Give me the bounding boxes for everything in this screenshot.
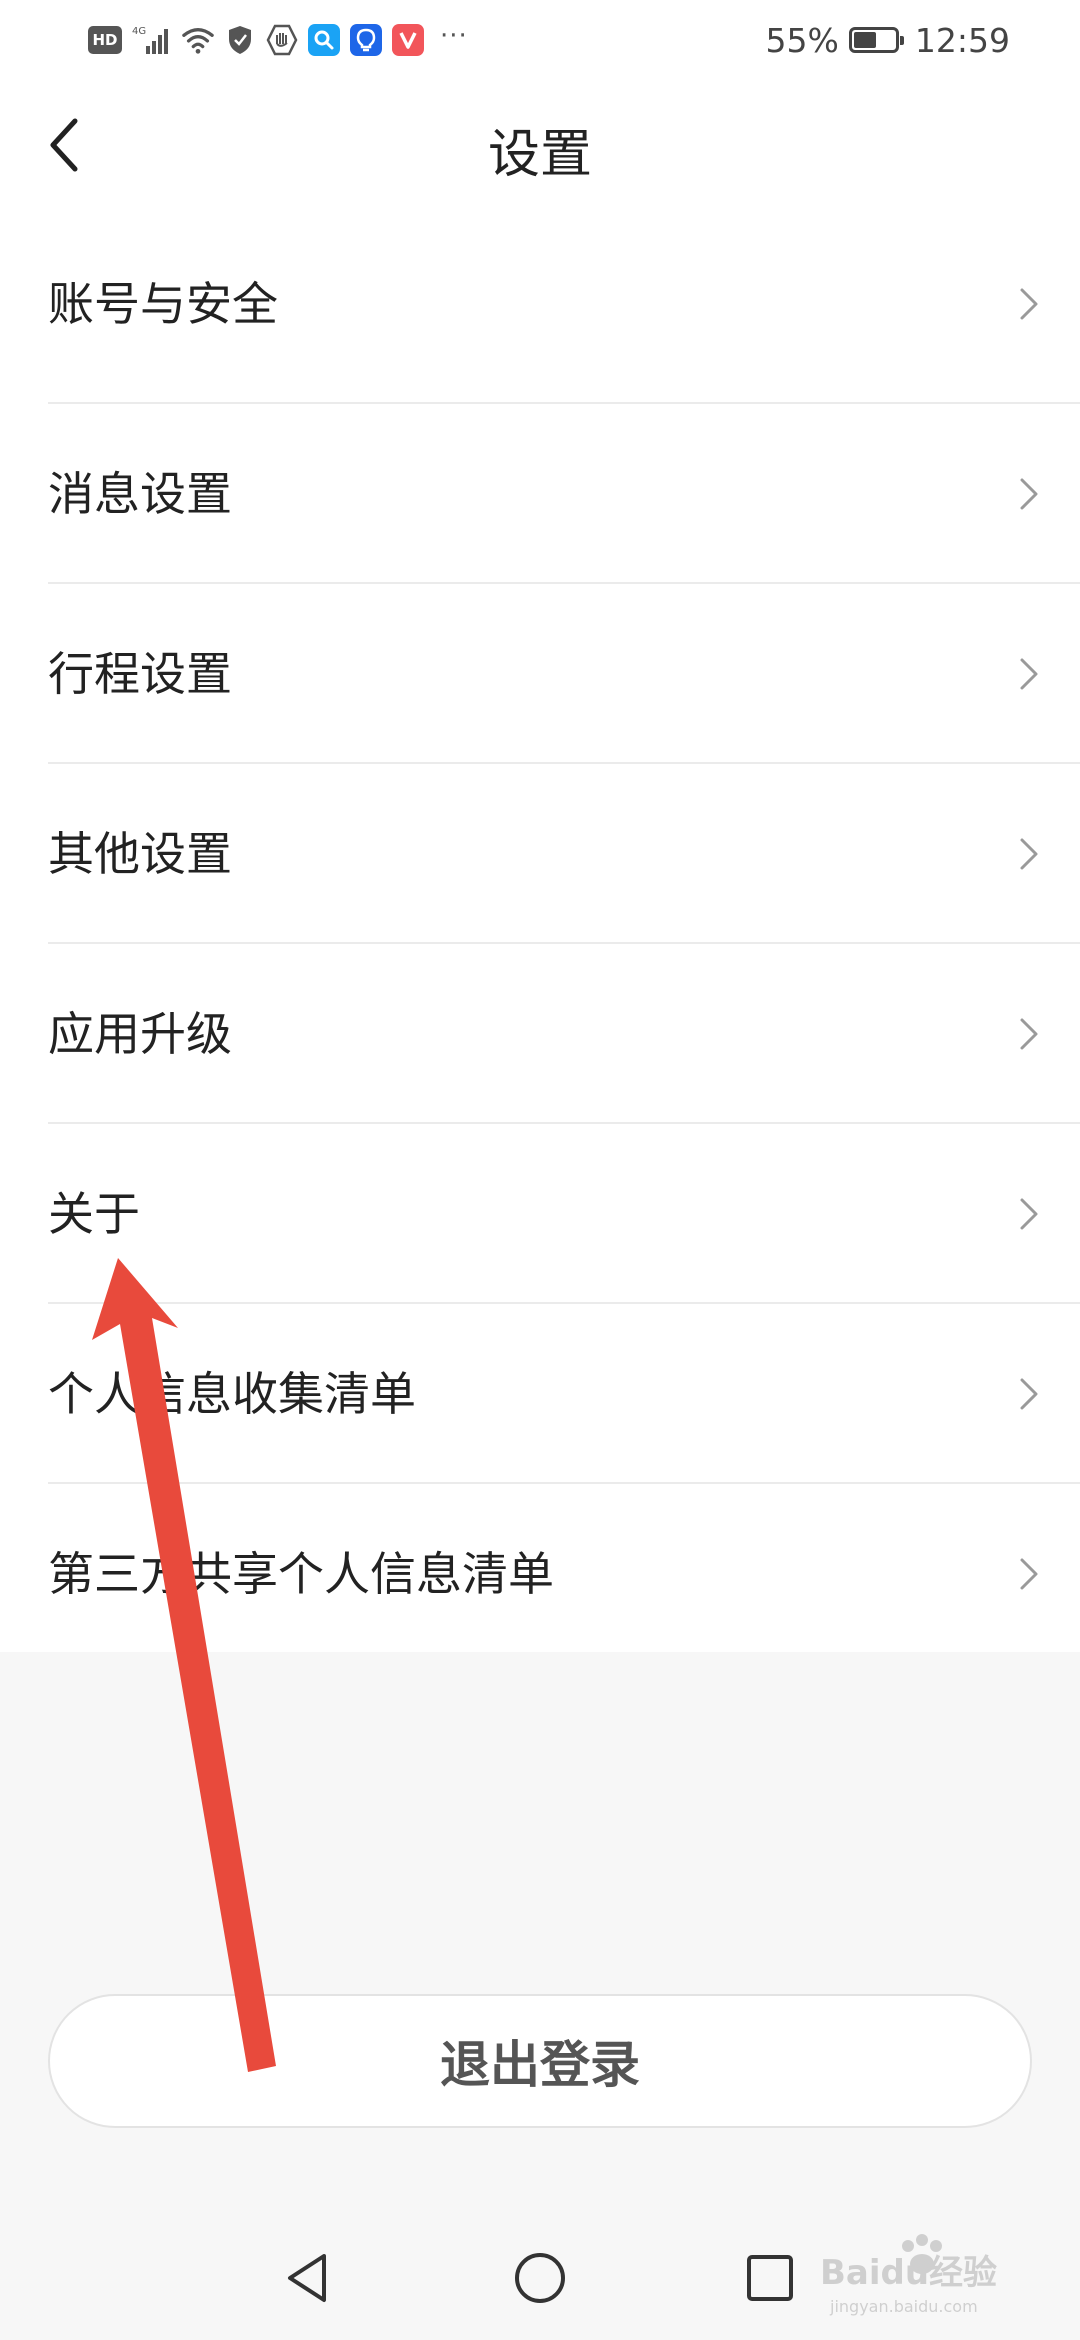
settings-item-label: 关于: [48, 1187, 140, 1241]
status-icons: HD 4G ···: [88, 20, 468, 60]
chevron-right-icon: [1020, 478, 1038, 510]
settings-item-message[interactable]: 消息设置: [0, 404, 1080, 584]
hd-icon: HD: [88, 26, 122, 54]
signal-icon: 4G: [132, 24, 172, 56]
settings-item-upgrade[interactable]: 应用升级: [0, 944, 1080, 1124]
status-bar: HD 4G ··· 55% 12:59: [0, 0, 1080, 80]
settings-list: 账号与安全 消息设置 行程设置 其他设置 应用升级 关于 个人信息收集清单 第三…: [0, 224, 1080, 1664]
status-right: 55% 12:59: [766, 18, 1010, 62]
chevron-right-icon: [1020, 1378, 1038, 1410]
chevron-right-icon: [1020, 1198, 1038, 1230]
settings-item-third-party-sharing[interactable]: 第三方共享个人信息清单: [0, 1484, 1080, 1664]
settings-item-personal-info-list[interactable]: 个人信息收集清单: [0, 1304, 1080, 1484]
watermark-text: Baidu经验: [820, 2253, 997, 2293]
settings-item-label: 账号与安全: [48, 277, 278, 331]
settings-item-trip[interactable]: 行程设置: [0, 584, 1080, 764]
settings-item-about[interactable]: 关于: [0, 1124, 1080, 1304]
shield-icon: [224, 24, 256, 56]
chevron-right-icon: [1020, 838, 1038, 870]
settings-item-label: 行程设置: [48, 647, 232, 701]
battery-icon: [848, 27, 904, 53]
circle-home-icon: [515, 2253, 565, 2303]
battery-percent: 55%: [765, 20, 839, 60]
search-app-icon: [308, 24, 340, 56]
settings-item-label: 应用升级: [48, 1007, 232, 1061]
settings-item-label: 第三方共享个人信息清单: [48, 1547, 554, 1601]
logout-button[interactable]: 退出登录: [48, 1994, 1032, 2128]
watermark-subtext: jingyan.baidu.com: [829, 2297, 978, 2316]
chevron-right-icon: [1020, 658, 1038, 690]
clock: 12:59: [914, 20, 1010, 60]
settings-item-label: 其他设置: [48, 827, 232, 881]
nav-recents-button[interactable]: [730, 2238, 810, 2318]
settings-item-label: 个人信息收集清单: [48, 1367, 416, 1421]
nav-home-button[interactable]: [500, 2238, 580, 2318]
chevron-right-icon: [1020, 288, 1038, 320]
hand-app-icon: [266, 24, 298, 56]
chevron-right-icon: [1020, 1018, 1038, 1050]
triangle-back-icon: [288, 2254, 326, 2302]
settings-item-other[interactable]: 其他设置: [0, 764, 1080, 944]
v-app-icon: [392, 24, 424, 56]
bulb-app-icon: [350, 24, 382, 56]
settings-item-account-security[interactable]: 账号与安全: [0, 224, 1080, 404]
baidu-jingyan-watermark: Baidu经验 jingyan.baidu.com: [820, 2234, 997, 2316]
settings-item-label: 消息设置: [48, 467, 232, 521]
network-type-label: 4G: [132, 26, 146, 37]
wifi-icon: [182, 24, 214, 56]
square-recents-icon: [747, 2255, 793, 2301]
app-header: 设置: [0, 80, 1080, 220]
battery-level: [853, 32, 876, 48]
chevron-right-icon: [1020, 1558, 1038, 1590]
nav-back-button[interactable]: [268, 2238, 348, 2318]
page-title: 设置: [487, 125, 592, 185]
more-notifications-icon: ···: [440, 21, 468, 51]
